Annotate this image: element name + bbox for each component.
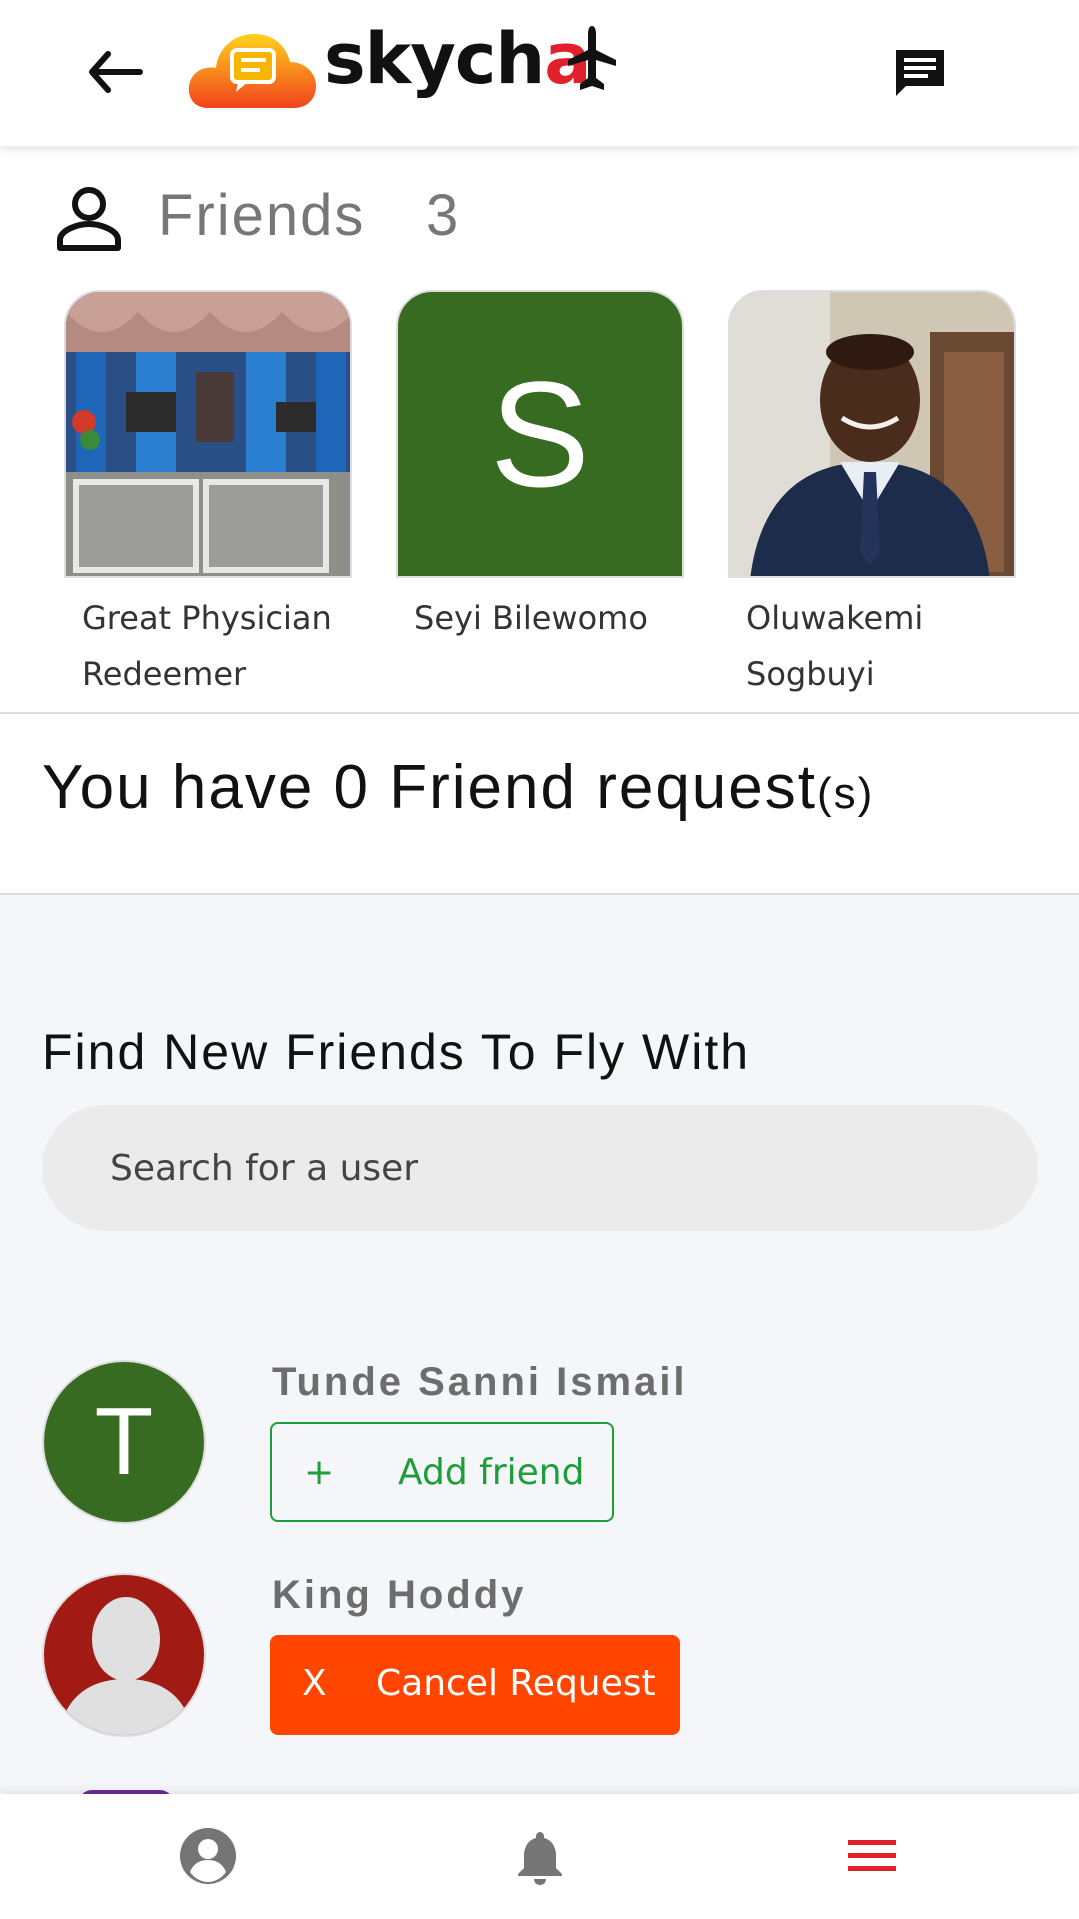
friend-name-line2: Redeemer <box>82 655 247 693</box>
find-friends-section: Find New Friends To Fly With T Tunde San… <box>0 895 1079 1795</box>
friend-photo <box>64 290 352 578</box>
friend-requests-text: You have 0 Friend request <box>42 753 817 822</box>
man-in-suit-photo <box>730 292 1014 576</box>
friend-name: Seyi Bilewomo <box>396 590 686 646</box>
user-row-tunde-sanni-ismail: T Tunde Sanni Ismail + Add friend <box>42 1360 1042 1530</box>
friend-requests-summary: You have 0 Friend request(s) <box>42 752 874 823</box>
arrow-left-icon <box>89 51 143 93</box>
friend-card-seyi-bilewomo[interactable]: S Seyi Bilewomo <box>396 290 686 646</box>
close-icon: X <box>302 1663 327 1704</box>
user-name[interactable]: King Hoddy <box>272 1573 526 1618</box>
search-user-input[interactable] <box>42 1105 1038 1231</box>
logo-text-main: skych <box>324 18 545 100</box>
back-button[interactable] <box>86 48 146 96</box>
cancel-request-label: Cancel Request <box>376 1663 656 1704</box>
menu-icon <box>848 1840 896 1871</box>
avatar-initial-letter: T <box>44 1362 204 1522</box>
chat-message-icon <box>896 50 944 96</box>
friend-avatar-initial: S <box>396 290 684 578</box>
logo-wordmark: skycha <box>324 24 591 94</box>
friend-name-line1: Seyi Bilewomo <box>414 599 648 637</box>
add-friend-label: Add friend <box>398 1452 585 1493</box>
person-outline-icon <box>57 187 121 251</box>
friends-count: 3 <box>426 183 459 248</box>
chat-button[interactable] <box>890 44 950 104</box>
friend-card-great-physician[interactable]: Great Physician Redeemer <box>64 290 354 702</box>
skychat-logo: skycha <box>186 18 616 118</box>
nav-notifications[interactable] <box>510 1826 570 1886</box>
cloud-chat-icon <box>188 34 316 108</box>
app-header: skycha <box>0 0 1079 146</box>
friend-name: Oluwakemi Sogbuyi <box>728 590 1018 702</box>
friend-name-line2: Sogbuyi <box>746 655 875 693</box>
avatar[interactable]: T <box>42 1360 206 1524</box>
friend-requests-suffix: (s) <box>817 769 875 818</box>
user-row-king-hoddy: King Hoddy X Cancel Request <box>42 1573 1042 1743</box>
plus-icon: + <box>304 1452 335 1493</box>
church-interior-photo <box>66 292 350 576</box>
divider <box>0 712 1079 714</box>
bottom-navigation <box>0 1794 1079 1919</box>
cancel-request-button[interactable]: X Cancel Request <box>270 1635 680 1735</box>
bell-icon <box>518 1832 562 1885</box>
nav-profile[interactable] <box>178 1826 238 1886</box>
friend-photo <box>728 290 1016 578</box>
account-circle-icon <box>180 1828 236 1884</box>
avatar-initial-letter: S <box>398 292 682 576</box>
friend-name-line1: Oluwakemi <box>746 599 924 637</box>
avatar[interactable] <box>42 1573 206 1737</box>
airplane-icon <box>568 26 616 90</box>
friends-label: Friends <box>158 183 366 248</box>
friend-card-oluwakemi-sogbuyi[interactable]: Oluwakemi Sogbuyi <box>728 290 1018 702</box>
friend-name-line1: Great Physician <box>82 599 332 637</box>
default-user-silhouette <box>44 1575 204 1735</box>
nav-menu[interactable] <box>842 1826 902 1886</box>
user-name[interactable]: Tunde Sanni Ismail <box>272 1360 688 1405</box>
find-friends-title: Find New Friends To Fly With <box>42 1024 751 1080</box>
add-friend-button[interactable]: + Add friend <box>270 1422 614 1522</box>
friend-name: Great Physician Redeemer <box>64 590 354 702</box>
